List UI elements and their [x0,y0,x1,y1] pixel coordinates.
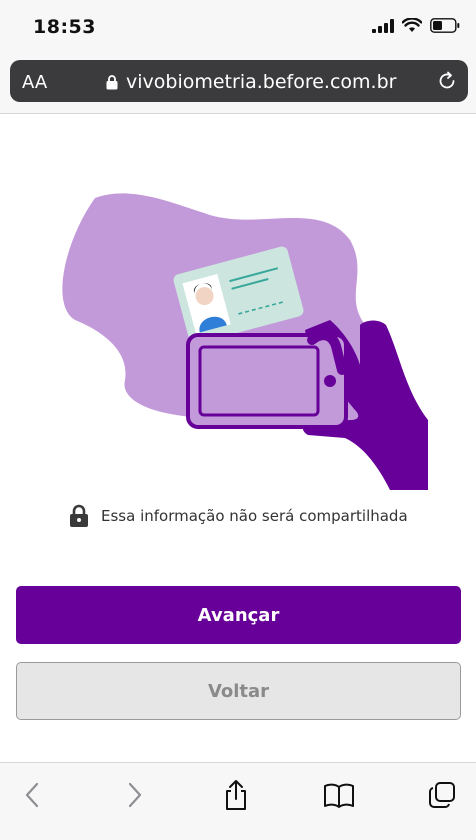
url-text: vivobiometria.before.com.br [126,71,397,93]
forward-icon [128,782,142,808]
privacy-text: Essa informação não será compartilhada [101,507,408,525]
share-icon [226,780,246,810]
tabs-icon [429,782,455,808]
wifi-icon [402,18,422,32]
url-display[interactable]: vivobiometria.before.com.br [106,71,396,93]
back-icon [25,782,39,808]
browser-forward-button[interactable] [117,779,153,811]
next-button[interactable]: Avançar [16,586,461,644]
share-button[interactable] [218,779,254,811]
browser-toolbar [0,762,476,840]
reload-button[interactable] [436,70,458,96]
status-bar: 18:53 [0,0,476,52]
browser-bar: AA vivobiometria.before.com.br [0,52,476,114]
text-size-button[interactable]: AA [22,72,47,93]
hand-holding-phone [186,320,428,490]
status-icons [372,18,460,33]
lock-icon [70,504,88,527]
battery-icon [430,18,460,33]
back-button-label: Voltar [207,680,270,702]
bookmarks-button[interactable] [321,779,357,811]
lock-icon [106,74,118,89]
browser-back-button[interactable] [14,779,50,811]
tabs-button[interactable] [424,779,460,811]
address-bar[interactable]: AA vivobiometria.before.com.br [10,60,468,102]
id-photo-illustration [62,193,428,490]
reload-icon [439,71,455,89]
signal-icon [372,18,394,33]
text-size-label: AA [22,72,48,93]
privacy-note: Essa informação não será compartilhada [69,504,408,528]
bookmarks-icon [324,783,354,808]
next-button-label: Avançar [197,604,280,626]
status-time: 18:53 [33,16,96,38]
back-button[interactable]: Voltar [16,662,461,720]
